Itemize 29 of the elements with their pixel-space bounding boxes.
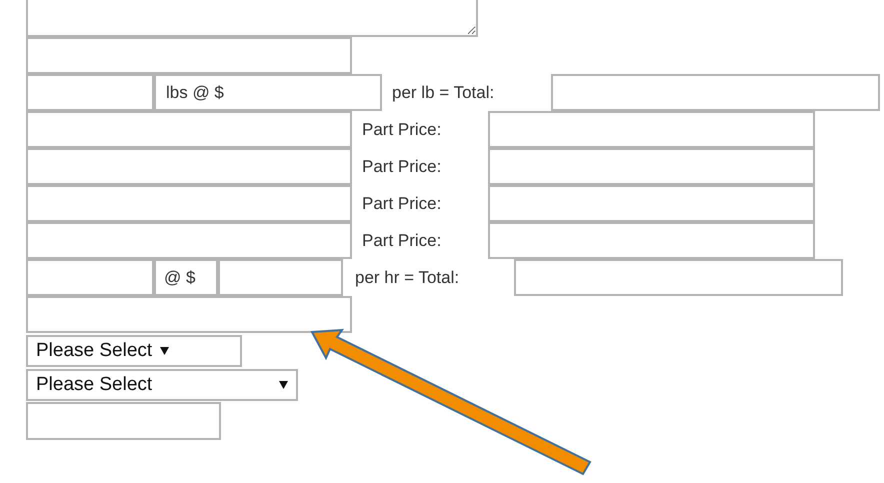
unit-label: lbs @ $	[154, 74, 382, 111]
caret-icon	[160, 347, 170, 355]
input-field[interactable]	[26, 296, 352, 333]
input-field[interactable]	[488, 148, 815, 185]
input-field[interactable]	[26, 148, 352, 185]
input-field[interactable]	[514, 259, 843, 296]
total-label: per hr = Total:	[355, 266, 460, 289]
input-field[interactable]	[488, 111, 815, 148]
input-field[interactable]	[26, 259, 154, 296]
input-field[interactable]	[488, 185, 815, 222]
text-area[interactable]	[26, 0, 478, 37]
input-field[interactable]	[26, 402, 221, 440]
input-field[interactable]	[26, 111, 352, 148]
part-price-label: Part Price:	[362, 192, 442, 215]
input-field[interactable]	[488, 222, 815, 259]
part-price-label: Part Price:	[362, 118, 442, 141]
part-price-label: Part Price:	[362, 156, 442, 178]
dropdown[interactable]: Please Select	[26, 369, 298, 401]
input-field[interactable]	[26, 37, 352, 74]
dropdown[interactable]: Please Select	[26, 335, 242, 367]
part-price-label: Part Price:	[362, 230, 442, 252]
caret-icon	[279, 381, 288, 389]
input-field[interactable]	[551, 74, 880, 111]
input-field[interactable]	[218, 259, 343, 296]
input-field[interactable]	[26, 185, 352, 222]
input-field[interactable]	[26, 74, 154, 111]
rate-label: @ $	[154, 259, 218, 296]
total-label: per lb = Total:	[392, 82, 496, 104]
input-field[interactable]	[26, 222, 352, 259]
